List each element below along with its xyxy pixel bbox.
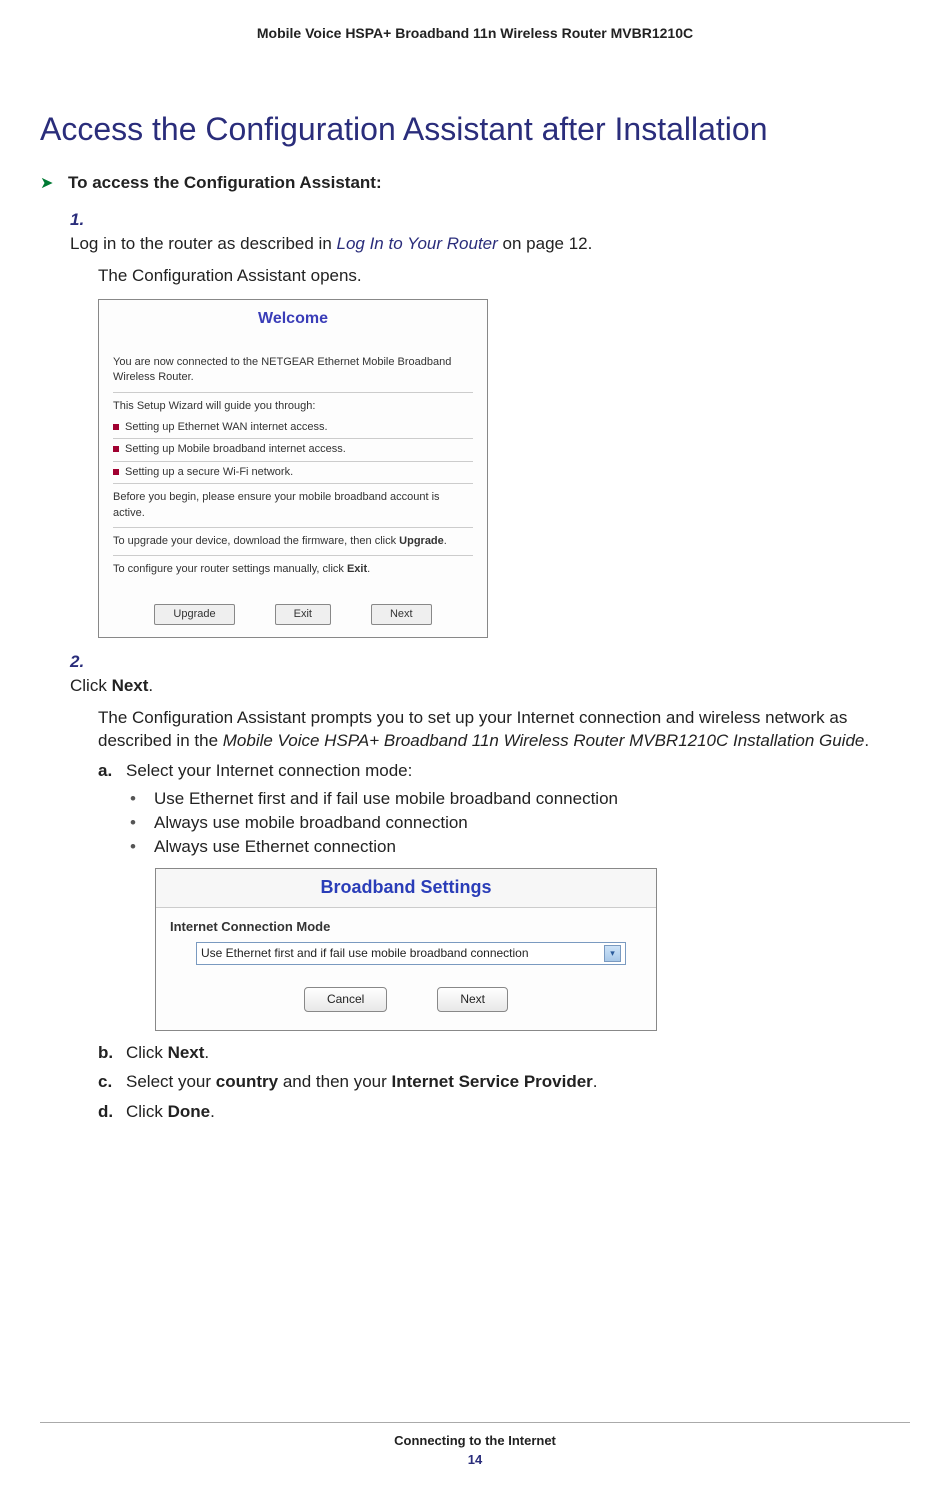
connection-mode-select[interactable]: Use Ethernet first and if fail use mobil… [196, 942, 626, 965]
cancel-button[interactable]: Cancel [304, 987, 387, 1012]
bullet-icon: • [130, 787, 154, 811]
square-bullet-icon [113, 424, 119, 430]
substep-c: c.Select your country and then your Inte… [98, 1070, 910, 1094]
step-1: 1. Log in to the router as described in L… [70, 208, 910, 638]
broadband-settings-screenshot: Broadband Settings Internet Connection M… [155, 868, 657, 1030]
welcome-before: Before you begin, please ensure your mob… [113, 490, 473, 521]
substep-letter: c. [98, 1070, 126, 1094]
cross-ref-link[interactable]: Log In to Your Router [337, 234, 498, 253]
footer-chapter: Connecting to the Internet [0, 1433, 950, 1448]
welcome-upgrade-line: To upgrade your device, download the fir… [113, 534, 473, 549]
square-bullet-icon [113, 469, 119, 475]
option-3: •Always use Ethernet connection [130, 835, 910, 859]
step-2-bold: Next [112, 676, 149, 695]
substep-letter: d. [98, 1100, 126, 1124]
step-2-suffix: . [148, 676, 153, 695]
welcome-title: Welcome [99, 300, 487, 348]
broadband-title: Broadband Settings [156, 869, 656, 907]
substep-a: a.Select your Internet connection mode: [98, 759, 910, 783]
substep-letter: a. [98, 759, 126, 783]
step-2-follow: The Configuration Assistant prompts you … [98, 706, 910, 754]
welcome-bullet-2: Setting up Mobile broadband internet acc… [113, 442, 473, 457]
option-2: •Always use mobile broadband connection [130, 811, 910, 835]
procedure-intro-text: To access the Configuration Assistant: [68, 173, 382, 192]
welcome-bullet-1: Setting up Ethernet WAN internet access. [113, 420, 473, 435]
next-button[interactable]: Next [437, 987, 508, 1012]
page-footer: Connecting to the Internet 14 [0, 1422, 950, 1467]
step-number: 2. [70, 650, 98, 674]
page-number: 14 [0, 1452, 950, 1467]
procedure-intro: ➤To access the Configuration Assistant: [40, 173, 910, 193]
running-header: Mobile Voice HSPA+ Broadband 11n Wireles… [40, 25, 910, 41]
bullet-icon: • [130, 811, 154, 835]
option-1: •Use Ethernet first and if fail use mobi… [130, 787, 910, 811]
step-2-prefix: Click [70, 676, 112, 695]
welcome-bullet-3: Setting up a secure Wi-Fi network. [113, 465, 473, 480]
welcome-guide-intro: This Setup Wizard will guide you through… [113, 399, 473, 414]
step-1-text-prefix: Log in to the router as described in [70, 234, 337, 253]
welcome-exit-line: To configure your router settings manual… [113, 562, 473, 577]
chevron-down-icon: ▾ [604, 945, 621, 962]
step-2: 2. Click Next. The Configuration Assistan… [70, 650, 910, 1124]
connection-mode-selected: Use Ethernet first and if fail use mobil… [201, 945, 529, 962]
substep-d: d.Click Done. [98, 1100, 910, 1124]
next-button[interactable]: Next [371, 604, 432, 625]
welcome-line1: You are now connected to the NETGEAR Eth… [113, 355, 473, 386]
section-heading: Access the Configuration Assistant after… [40, 111, 910, 148]
arrow-icon: ➤ [40, 173, 68, 193]
bullet-icon: • [130, 835, 154, 859]
substep-b: b.Click Next. [98, 1041, 910, 1065]
substep-letter: b. [98, 1041, 126, 1065]
step-1-text-suffix: on page 12. [498, 234, 593, 253]
upgrade-button[interactable]: Upgrade [154, 604, 234, 625]
connection-mode-label: Internet Connection Mode [156, 908, 656, 942]
step-1-follow: The Configuration Assistant opens. [98, 264, 910, 288]
welcome-dialog-screenshot: Welcome You are now connected to the NET… [98, 299, 488, 638]
square-bullet-icon [113, 446, 119, 452]
exit-button[interactable]: Exit [275, 604, 331, 625]
step-number: 1. [70, 208, 98, 232]
substep-a-text: Select your Internet connection mode: [126, 761, 412, 780]
